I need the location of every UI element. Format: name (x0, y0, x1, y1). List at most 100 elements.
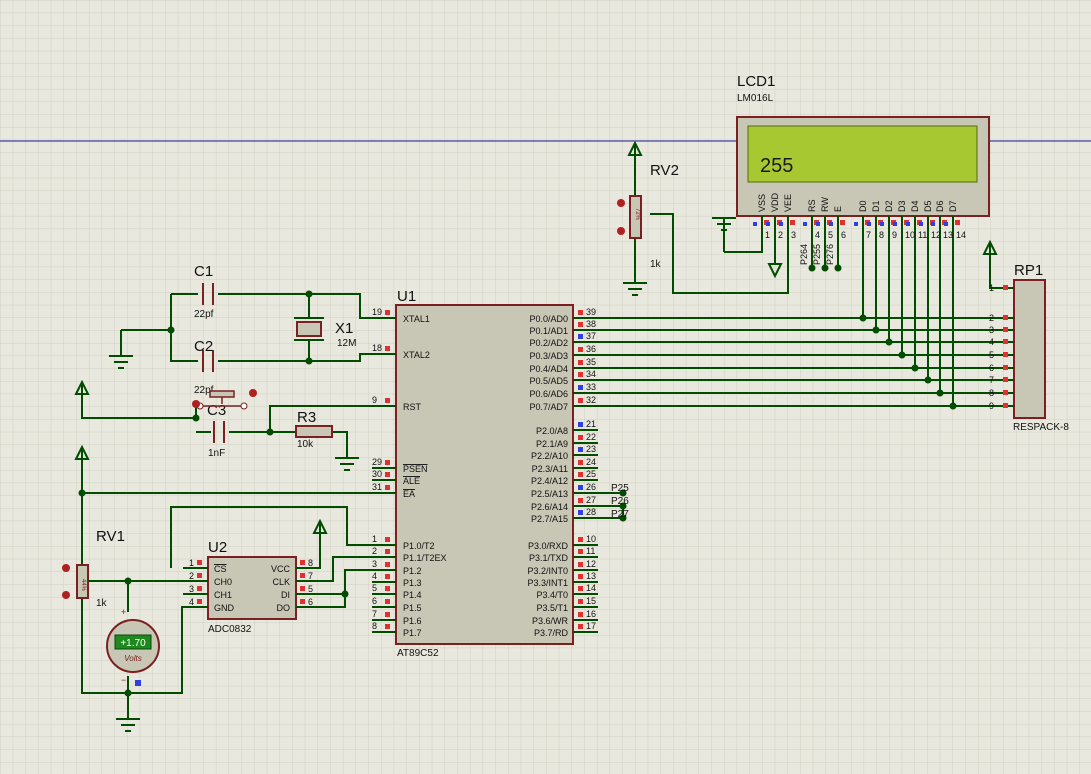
respack-pin-number: 7 (989, 375, 994, 385)
mcu-pin-label: P3.6/WR (532, 616, 569, 626)
mcu-pin-number: 11 (586, 546, 595, 556)
adc-pin-label: DO (277, 603, 291, 613)
lcd-pin-label: D2 (884, 200, 894, 212)
c1-ref: C1 (194, 263, 213, 280)
mcu-pin-label: P2.4/A12 (531, 476, 568, 486)
rv2-ref: RV2 (650, 162, 679, 179)
mcu-pin-label: P2.3/A11 (532, 464, 568, 474)
mcu-pin-label: P0.3/AD3 (529, 351, 568, 361)
probe-p26: P26 (611, 496, 629, 507)
rv2-wiper: 72% (634, 208, 640, 221)
mcu-pin-label: P0.5/AD5 (529, 376, 568, 386)
mcu-pin-label: P3.4/T0 (536, 590, 568, 600)
mcu-pin-label: P3.2/INT0 (527, 566, 568, 576)
adc-pin-label: CH1 (214, 590, 232, 600)
mcu-pin-number: 32 (586, 395, 596, 405)
mcu-pin-number: 9 (372, 395, 377, 405)
mcu-pin-label: PSEN (403, 464, 428, 474)
lcd-pin-label: D1 (871, 200, 881, 212)
mcu-pin-label: P2.5/A13 (531, 489, 568, 499)
mcu-pin-number: 16 (586, 609, 596, 619)
lcd-pin-number: 5 (828, 230, 833, 240)
adc-pin-number: 6 (308, 597, 313, 607)
respack-pin-number: 8 (989, 388, 994, 398)
lcd-pin-number: 2 (778, 230, 783, 240)
adc-pin-number: 1 (189, 558, 194, 568)
mcu-pin-number: 31 (372, 482, 382, 492)
lcd-pin-label: D4 (910, 200, 920, 212)
adc-pin-label: CH0 (214, 577, 232, 587)
mcu-pin-number: 15 (586, 596, 596, 606)
respack-pin-number: 2 (989, 313, 994, 323)
mcu-pin-number: 38 (586, 319, 596, 329)
lcd-pin-label: D5 (923, 200, 933, 212)
c2-ref: C2 (194, 338, 213, 355)
mcu-pin-label: P2.2/A10 (531, 451, 568, 461)
adc-pin-number: 3 (189, 584, 194, 594)
mcu-pin-number: 17 (586, 621, 596, 631)
mcu-pin-number: 39 (586, 307, 596, 317)
mcu-pin-number: 25 (586, 469, 596, 479)
adc-pin-number: 7 (308, 571, 313, 581)
lcd-pin-number: 8 (879, 230, 884, 240)
adc-pin-label: GND (214, 603, 235, 613)
mcu-pin-number: 19 (372, 307, 382, 317)
mcu-pin-number: 29 (372, 457, 382, 467)
mcu-pin-label: P1.7 (403, 628, 422, 638)
mcu-pin-number: 24 (586, 457, 596, 467)
mcu-pin-label: P2.6/A14 (531, 502, 568, 512)
schematic-canvas[interactable]: 255 LCD1 LM016L VSS1VDD2VEE3RS4RW5E6D07D… (0, 0, 1091, 774)
lcd-pin-number: 12 (931, 230, 941, 240)
mcu-pin-number: 30 (372, 469, 382, 479)
mcu-pin-label: P1.4 (403, 590, 422, 600)
lcd-pin-label: VSS (757, 194, 767, 212)
lcd-pin-label: RW (820, 197, 830, 212)
mcu-pin-number: 18 (372, 343, 382, 353)
lcd-probe-label: P264 (799, 244, 809, 265)
mcu-pin-label: P3.7/RD (534, 628, 569, 638)
lcd-pin-number: 1 (765, 230, 770, 240)
mcu-part: AT89C52 (397, 648, 439, 659)
adc-pin-number: 4 (189, 597, 194, 607)
lcd-probe-label: P276 (825, 244, 835, 265)
mcu-pin-label: P1.3 (403, 578, 422, 588)
mcu-pin-label: ALE (403, 476, 420, 486)
lcd-pin-number: 14 (956, 230, 966, 240)
adc-pin-label: VCC (271, 564, 291, 574)
mcu-pin-label: EA (403, 489, 415, 499)
lcd-pin-label: E (833, 206, 843, 212)
mcu-pin-number: 27 (586, 495, 596, 505)
adc-pin-label: DI (281, 590, 290, 600)
r3-value: 10k (297, 439, 314, 450)
mcu-pin-number: 12 (586, 559, 596, 569)
rv1-wiper: 44% (80, 579, 86, 592)
lcd-pin-label: D3 (897, 200, 907, 212)
respack-part: RESPACK-8 (1013, 422, 1069, 433)
rv1-value: 1k (96, 598, 108, 609)
mcu-pin-number: 33 (586, 382, 596, 392)
lcd-part: LM016L (737, 93, 774, 104)
mcu-pin-number: 1 (372, 534, 377, 544)
mcu-at89c52[interactable]: U1 AT89C52 19XTAL118XTAL29RST29PSEN30ALE… (372, 288, 598, 659)
mcu-pin-number: 4 (372, 571, 377, 581)
mcu-pin-label: P0.4/AD4 (529, 364, 568, 374)
rv1-ref: RV1 (96, 528, 125, 545)
lcd-pin-number: 13 (943, 230, 953, 240)
mcu-ref: U1 (397, 288, 416, 305)
mcu-pin-label: P0.1/AD1 (529, 326, 568, 336)
mcu-pin-label: P0.0/AD0 (529, 314, 568, 324)
lcd-display-text: 255 (760, 155, 793, 177)
mcu-pin-label: XTAL2 (403, 350, 430, 360)
mcu-pin-number: 35 (586, 357, 596, 367)
c3-ref: C3 (207, 402, 226, 419)
respack-pin-number: 5 (989, 350, 994, 360)
probe-p25: P25 (611, 483, 629, 494)
respack-pin-number: 3 (989, 325, 994, 335)
respack-pin-number: 9 (989, 401, 994, 411)
rv2-value: 1k (650, 259, 662, 270)
lcd-pin-label: D6 (935, 200, 945, 212)
mcu-pin-number: 36 (586, 344, 596, 354)
mcu-pin-label: P2.0/A8 (536, 426, 568, 436)
adc-pin-number: 8 (308, 558, 313, 568)
respack-pin-number: 4 (989, 337, 994, 347)
